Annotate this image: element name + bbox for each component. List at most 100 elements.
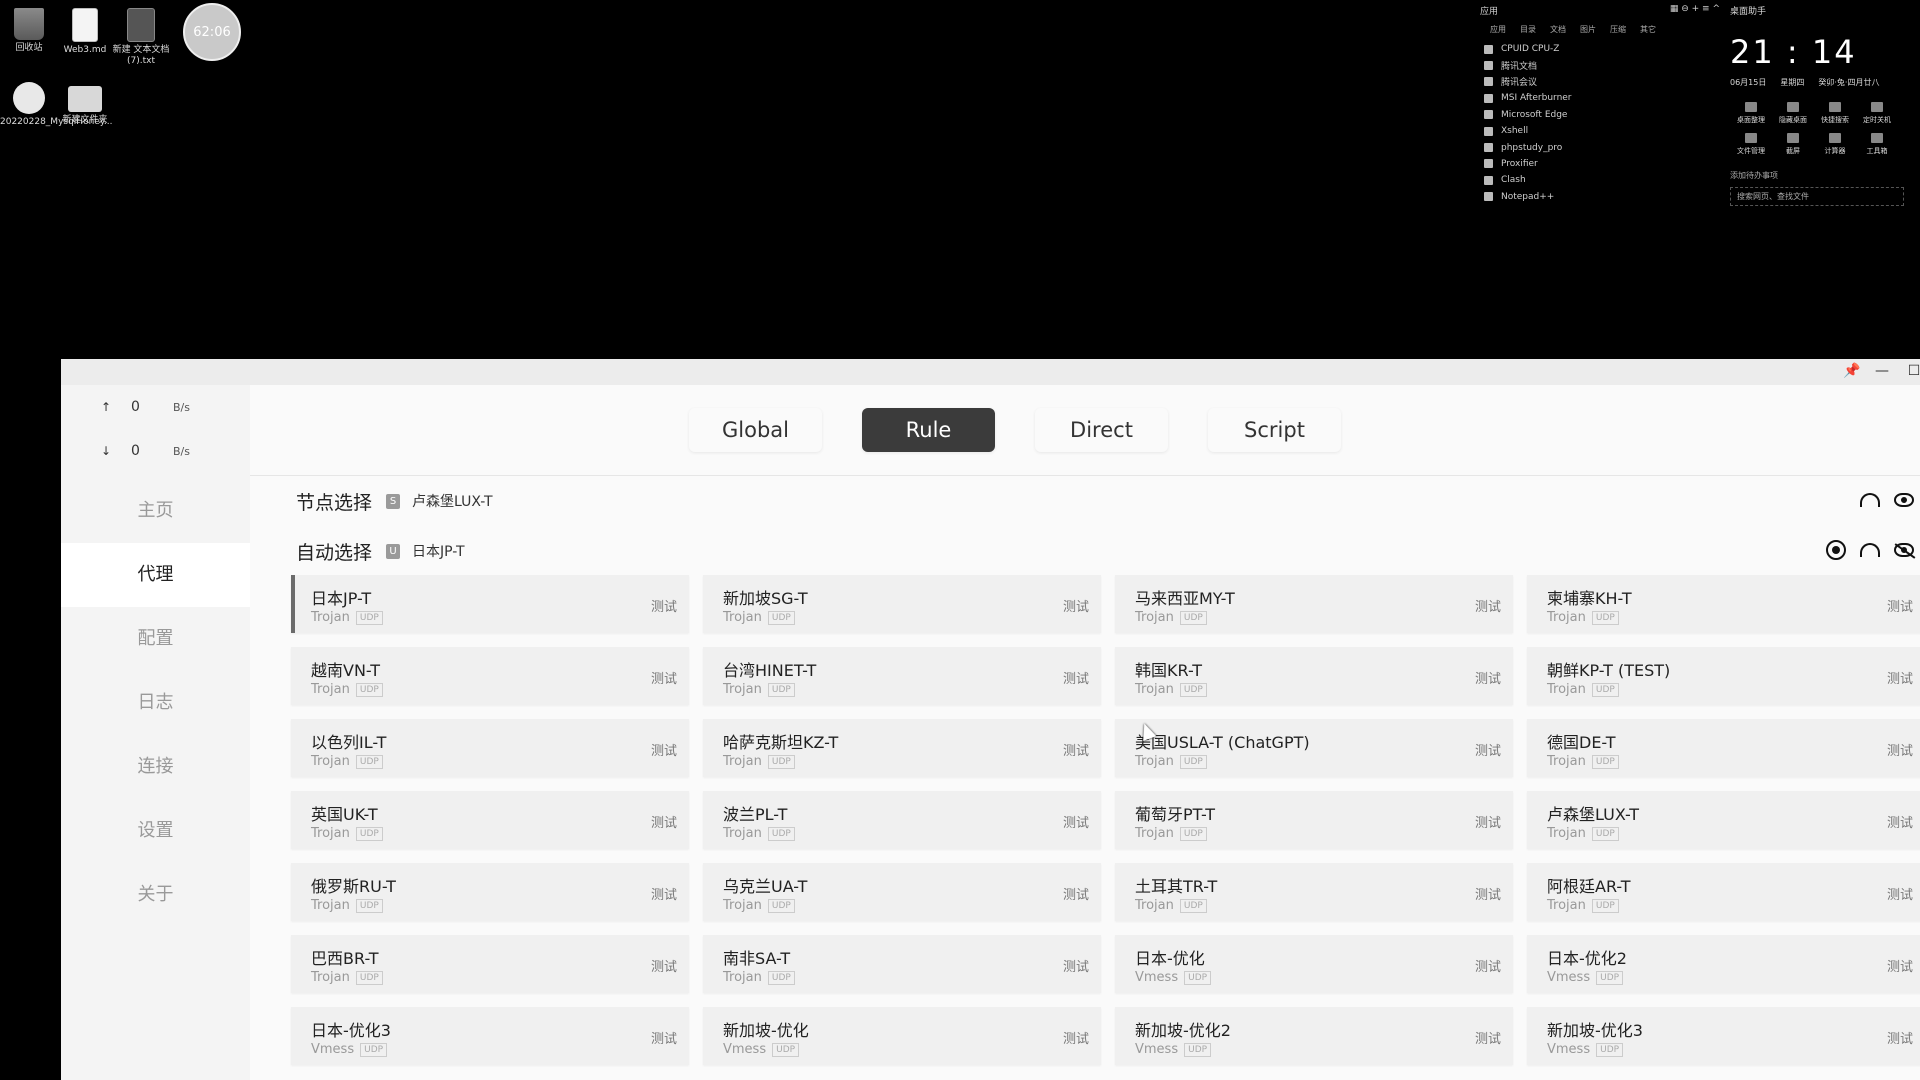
apps-tab[interactable]: 应用 [1490, 24, 1506, 35]
proxy-card[interactable]: 日本-优化3 Vmess UDP 测试 [291, 1007, 689, 1065]
proxy-card[interactable]: 越南VN-T Trojan UDP 测试 [291, 647, 689, 705]
latency-test-button[interactable]: 测试 [1063, 812, 1089, 831]
latency-test-button[interactable]: 测试 [1475, 740, 1501, 759]
group-node-select[interactable]: 节点选择 S 卢森堡LUX-T [250, 476, 1920, 526]
apps-tab[interactable]: 其它 [1640, 24, 1656, 35]
sidebar-item[interactable]: 配置 [61, 607, 250, 671]
eye-icon[interactable] [1894, 493, 1914, 507]
latency-test-button[interactable]: 测试 [1063, 668, 1089, 687]
apps-panel-controls[interactable]: ▦ ⊖ + ≡ ^ [1670, 4, 1720, 18]
quick-action[interactable]: 截屏 [1772, 133, 1814, 156]
latency-test-button[interactable]: 测试 [1063, 956, 1089, 975]
proxy-card[interactable]: 波兰PL-T Trojan UDP 测试 [703, 791, 1101, 849]
proxy-card[interactable]: 阿根廷AR-T Trojan UDP 测试 [1527, 863, 1920, 921]
app-shortcut[interactable]: Microsoft Edge [1484, 107, 1720, 123]
latency-test-button[interactable]: 测试 [1887, 1028, 1913, 1047]
window-titlebar[interactable]: 📌 — ☐ [61, 359, 1920, 385]
proxy-card[interactable]: 马来西亚MY-T Trojan UDP 测试 [1115, 575, 1513, 633]
mode-tab-script[interactable]: Script [1208, 408, 1341, 452]
proxy-card[interactable]: 英国UK-T Trojan UDP 测试 [291, 791, 689, 849]
latency-test-button[interactable]: 测试 [651, 596, 677, 615]
eye-off-icon[interactable] [1894, 543, 1914, 557]
latency-test-button[interactable]: 测试 [1063, 884, 1089, 903]
latency-test-button[interactable]: 测试 [1887, 596, 1913, 615]
proxy-card[interactable]: 日本JP-T Trojan UDP 测试 [291, 575, 689, 633]
locate-icon[interactable] [1826, 540, 1846, 560]
app-shortcut[interactable]: 腾讯会议 [1484, 74, 1720, 90]
proxy-card[interactable]: 巴西BR-T Trojan UDP 测试 [291, 935, 689, 993]
mode-tab-global[interactable]: Global [689, 408, 822, 452]
latency-test-icon[interactable] [1860, 493, 1880, 507]
app-shortcut[interactable]: CPUID CPU-Z [1484, 41, 1720, 57]
proxy-card[interactable]: 朝鲜KP-T (TEST) Trojan UDP 测试 [1527, 647, 1920, 705]
desktop-icon-zip[interactable]: 20220228_MysqlHoney... [0, 82, 112, 128]
proxy-card[interactable]: 新加坡SG-T Trojan UDP 测试 [703, 575, 1101, 633]
latency-test-icon[interactable] [1860, 543, 1880, 557]
desktop-icon-recycle-bin[interactable]: 回收站 [0, 8, 58, 54]
quick-action[interactable]: 文件管理 [1730, 133, 1772, 156]
proxy-card[interactable]: 新加坡-优化2 Vmess UDP 测试 [1115, 1007, 1513, 1065]
proxy-card[interactable]: 新加坡-优化 Vmess UDP 测试 [703, 1007, 1101, 1065]
sidebar-item[interactable]: 设置 [61, 799, 250, 863]
pin-icon[interactable]: 📌 [1842, 363, 1862, 379]
latency-test-button[interactable]: 测试 [1887, 884, 1913, 903]
quick-action[interactable]: 定时关机 [1856, 102, 1898, 125]
desktop-icon-web3-md[interactable]: Web3.md [56, 8, 114, 56]
latency-test-button[interactable]: 测试 [651, 668, 677, 687]
latency-test-button[interactable]: 测试 [1887, 956, 1913, 975]
latency-test-button[interactable]: 测试 [651, 740, 677, 759]
desktop-search-box[interactable]: 搜索网页、查找文件 [1730, 187, 1904, 206]
latency-test-button[interactable]: 测试 [1887, 740, 1913, 759]
proxy-card[interactable]: 俄罗斯RU-T Trojan UDP 测试 [291, 863, 689, 921]
latency-test-button[interactable]: 测试 [651, 1028, 677, 1047]
proxy-card[interactable]: 卢森堡LUX-T Trojan UDP 测试 [1527, 791, 1920, 849]
proxy-card[interactable]: 美国USLA-T (ChatGPT) Trojan UDP 测试 [1115, 719, 1513, 777]
mode-tab-direct[interactable]: Direct [1035, 408, 1168, 452]
proxy-card[interactable]: 韩国KR-T Trojan UDP 测试 [1115, 647, 1513, 705]
quick-action[interactable]: 工具箱 [1856, 133, 1898, 156]
latency-test-button[interactable]: 测试 [1475, 1028, 1501, 1047]
quick-action[interactable]: 计算器 [1814, 133, 1856, 156]
latency-test-button[interactable]: 测试 [1475, 956, 1501, 975]
proxy-card[interactable]: 台湾HINET-T Trojan UDP 测试 [703, 647, 1101, 705]
sidebar-item[interactable]: 日志 [61, 671, 250, 735]
desktop-icon-new-folder[interactable]: 新建文件夹 [56, 82, 114, 126]
proxy-card[interactable]: 哈萨克斯坦KZ-T Trojan UDP 测试 [703, 719, 1101, 777]
group-auto-select[interactable]: 自动选择 U 日本JP-T [250, 526, 1920, 576]
app-shortcut[interactable]: 腾讯文档 [1484, 57, 1720, 73]
desktop-clock-widget[interactable]: 62:06 [183, 3, 241, 61]
proxy-card[interactable]: 土耳其TR-T Trojan UDP 测试 [1115, 863, 1513, 921]
proxy-card[interactable]: 乌克兰UA-T Trojan UDP 测试 [703, 863, 1101, 921]
latency-test-button[interactable]: 测试 [651, 884, 677, 903]
proxy-card[interactable]: 日本-优化2 Vmess UDP 测试 [1527, 935, 1920, 993]
app-shortcut[interactable]: phpstudy_pro [1484, 139, 1720, 155]
desktop-icon-new-text-file[interactable]: 新建 文本文档 (7).txt [112, 8, 170, 67]
latency-test-button[interactable]: 测试 [1475, 812, 1501, 831]
proxy-card[interactable]: 以色列IL-T Trojan UDP 测试 [291, 719, 689, 777]
latency-test-button[interactable]: 测试 [1475, 596, 1501, 615]
proxy-card[interactable]: 葡萄牙PT-T Trojan UDP 测试 [1115, 791, 1513, 849]
sidebar-item[interactable]: 关于 [61, 863, 250, 927]
sidebar-item[interactable]: 连接 [61, 735, 250, 799]
app-shortcut[interactable]: Proxifier [1484, 156, 1720, 172]
latency-test-button[interactable]: 测试 [651, 812, 677, 831]
minimize-button[interactable]: — [1872, 363, 1892, 379]
mode-tab-rule[interactable]: Rule [862, 408, 995, 452]
proxy-card[interactable]: 新加坡-优化3 Vmess UDP 测试 [1527, 1007, 1920, 1065]
latency-test-button[interactable]: 测试 [1063, 596, 1089, 615]
sidebar-item[interactable]: 主页 [61, 479, 250, 543]
proxy-card[interactable]: 德国DE-T Trojan UDP 测试 [1527, 719, 1920, 777]
latency-test-button[interactable]: 测试 [651, 956, 677, 975]
latency-test-button[interactable]: 测试 [1475, 668, 1501, 687]
app-shortcut[interactable]: Xshell [1484, 123, 1720, 139]
quick-action[interactable]: 快捷搜索 [1814, 102, 1856, 125]
proxy-card[interactable]: 柬埔寨KH-T Trojan UDP 测试 [1527, 575, 1920, 633]
quick-action[interactable]: 隐藏桌面 [1772, 102, 1814, 125]
apps-tab[interactable]: 目录 [1520, 24, 1536, 35]
latency-test-button[interactable]: 测试 [1063, 740, 1089, 759]
latency-test-button[interactable]: 测试 [1475, 884, 1501, 903]
apps-tab[interactable]: 图片 [1580, 24, 1596, 35]
proxy-card[interactable]: 南非SA-T Trojan UDP 测试 [703, 935, 1101, 993]
maximize-button[interactable]: ☐ [1904, 363, 1920, 379]
sidebar-item[interactable]: 代理 [61, 543, 250, 607]
